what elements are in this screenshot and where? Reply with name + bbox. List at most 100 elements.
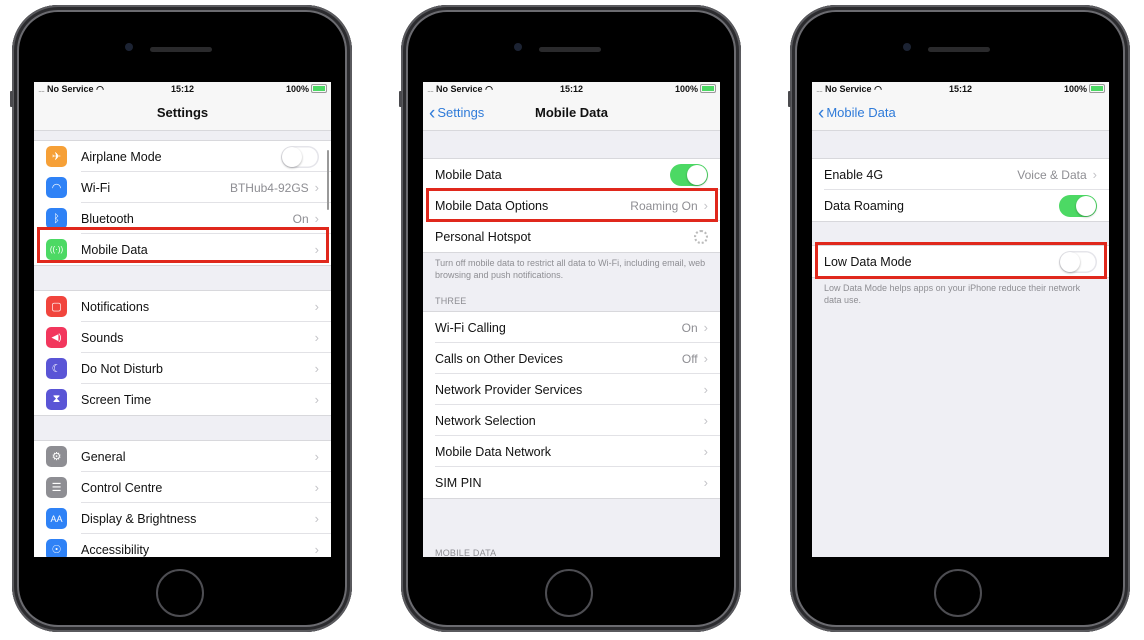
network-options-group: Enable 4G Voice & Data › Data Roaming: [812, 158, 1109, 222]
front-camera: [514, 43, 522, 51]
item-label: Display & Brightness: [81, 511, 197, 526]
item-label: SIM PIN: [435, 475, 482, 490]
mobile-data-toggle[interactable]: [670, 163, 708, 186]
mute-switch: [399, 91, 402, 107]
item-label: Accessibility: [81, 542, 150, 557]
low-data-mode-footer-text: Low Data Mode helps apps on your iPhone …: [824, 283, 1081, 305]
chevron-right-icon: ›: [314, 392, 319, 407]
wifi-network-value: BTHub4-92GS: [229, 180, 309, 195]
mobile-data-row[interactable]: Mobile Data: [423, 159, 720, 190]
chevron-right-icon: ›: [1092, 167, 1097, 182]
phone-settings: .... No Service ◠ 15:12 100% Settings ✈ A…: [10, 5, 352, 632]
item-label: Airplane Mode: [81, 149, 162, 164]
notifications-icon: ▢: [46, 296, 67, 317]
gear-icon: ⚙: [46, 446, 67, 467]
chevron-right-icon: ›: [314, 542, 319, 557]
item-label: Wi-Fi: [81, 180, 111, 195]
calls-other-devices-row[interactable]: Calls on Other Devices Off ›: [423, 343, 720, 374]
settings-item-do-not-disturb[interactable]: ☾ Do Not Disturb ›: [34, 353, 331, 384]
antenna-icon: ((·)): [46, 239, 67, 260]
item-label: Mobile Data: [81, 242, 148, 257]
settings-item-general[interactable]: ⚙ General ›: [34, 441, 331, 472]
item-label: Mobile Data: [435, 167, 502, 182]
item-value: On: [681, 320, 698, 335]
chevron-right-icon: ›: [703, 198, 708, 213]
sim-pin-row[interactable]: SIM PIN ›: [423, 467, 720, 498]
item-label: Wi-Fi Calling: [435, 320, 506, 335]
data-roaming-toggle[interactable]: [1059, 194, 1097, 217]
screen-mobile-data: .... No Service ◠ 15:12 100% ‹ Settings Mo…: [423, 82, 720, 557]
chevron-right-icon: ›: [703, 382, 708, 397]
chevron-left-icon: ‹: [818, 103, 825, 124]
settings-group-notifications: ▢ Notifications › ◀) Sounds › ☾ Do Not D…: [34, 290, 331, 416]
scrollbar[interactable]: [327, 150, 329, 210]
low-data-mode-toggle[interactable]: [1059, 250, 1097, 273]
low-data-mode-row[interactable]: Low Data Mode: [812, 246, 1109, 277]
item-label: Data Roaming: [824, 198, 904, 213]
settings-item-screen-time[interactable]: ⧗ Screen Time ›: [34, 384, 331, 415]
navigation-bar: ‹ Mobile Data: [812, 97, 1109, 131]
earpiece-speaker: [150, 47, 212, 52]
item-label: Screen Time: [81, 392, 152, 407]
chevron-right-icon: ›: [314, 180, 319, 195]
data-roaming-row[interactable]: Data Roaming: [812, 190, 1109, 221]
accessibility-icon: ☉: [46, 539, 67, 557]
settings-item-bluetooth[interactable]: ᛒ Bluetooth On ›: [34, 203, 331, 234]
status-bar: .... No Service ◠ 15:12 100%: [423, 82, 720, 97]
navigation-bar: Settings: [34, 97, 331, 131]
home-button[interactable]: [545, 569, 593, 617]
section-header-three: THREE: [435, 296, 467, 306]
front-camera: [125, 43, 133, 51]
chevron-right-icon: ›: [703, 413, 708, 428]
chevron-right-icon: ›: [703, 475, 708, 490]
item-label: Enable 4G: [824, 167, 884, 182]
personal-hotspot-row[interactable]: Personal Hotspot: [423, 221, 720, 252]
airplane-mode-toggle[interactable]: [281, 145, 319, 168]
bluetooth-status-value: On: [292, 211, 309, 226]
item-label: Mobile Data Network: [435, 444, 552, 459]
status-bar: .... No Service ◠ 15:12 100%: [812, 82, 1109, 97]
moon-icon: ☾: [46, 358, 67, 379]
item-value: Off: [681, 351, 698, 366]
item-label: General: [81, 449, 126, 464]
back-button[interactable]: ‹ Mobile Data: [818, 103, 896, 125]
mobile-data-options-row[interactable]: Mobile Data Options Roaming On ›: [423, 190, 720, 221]
mute-switch: [10, 91, 13, 107]
mute-switch: [788, 91, 791, 107]
chevron-right-icon: ›: [703, 351, 708, 366]
wifi-calling-row[interactable]: Wi-Fi Calling On ›: [423, 312, 720, 343]
item-label: Sounds: [81, 330, 124, 345]
item-label: Network Selection: [435, 413, 536, 428]
settings-item-display-brightness[interactable]: AA Display & Brightness ›: [34, 503, 331, 534]
front-camera: [903, 43, 911, 51]
settings-item-sounds[interactable]: ◀) Sounds ›: [34, 322, 331, 353]
settings-item-wifi[interactable]: ◠ Wi-Fi BTHub4-92GS ›: [34, 172, 331, 203]
roaming-status-value: Roaming On: [630, 198, 698, 213]
battery-percent: 100%: [285, 84, 309, 94]
home-button[interactable]: [934, 569, 982, 617]
item-label: Calls on Other Devices: [435, 351, 563, 366]
enable-4g-row[interactable]: Enable 4G Voice & Data ›: [812, 159, 1109, 190]
home-button[interactable]: [156, 569, 204, 617]
page-title: Mobile Data: [535, 105, 608, 120]
battery-icon: [1089, 84, 1105, 93]
battery-icon: [311, 84, 327, 93]
settings-item-control-centre[interactable]: ☰ Control Centre ›: [34, 472, 331, 503]
settings-item-airplane-mode[interactable]: ✈ Airplane Mode: [34, 141, 331, 172]
chevron-right-icon: ›: [703, 444, 708, 459]
settings-group-connectivity: ✈ Airplane Mode ◠ Wi-Fi BTHub4-92GS › ᛒ …: [34, 140, 331, 266]
chevron-right-icon: ›: [314, 511, 319, 526]
chevron-right-icon: ›: [314, 330, 319, 345]
mobile-data-network-row[interactable]: Mobile Data Network ›: [423, 436, 720, 467]
settings-item-notifications[interactable]: ▢ Notifications ›: [34, 291, 331, 322]
phone-mobile-data-options: .... No Service ◠ 15:12 100% ‹ Mobile Data…: [788, 5, 1130, 632]
settings-item-accessibility[interactable]: ☉ Accessibility ›: [34, 534, 331, 557]
settings-item-mobile-data[interactable]: ((·)) Mobile Data ›: [34, 234, 331, 265]
chevron-right-icon: ›: [703, 320, 708, 335]
network-provider-services-row[interactable]: Network Provider Services ›: [423, 374, 720, 405]
loading-spinner-icon: [694, 229, 708, 244]
speaker-icon: ◀): [46, 327, 67, 348]
network-selection-row[interactable]: Network Selection ›: [423, 405, 720, 436]
item-label: Bluetooth: [81, 211, 134, 226]
page-title: Settings: [156, 105, 209, 120]
